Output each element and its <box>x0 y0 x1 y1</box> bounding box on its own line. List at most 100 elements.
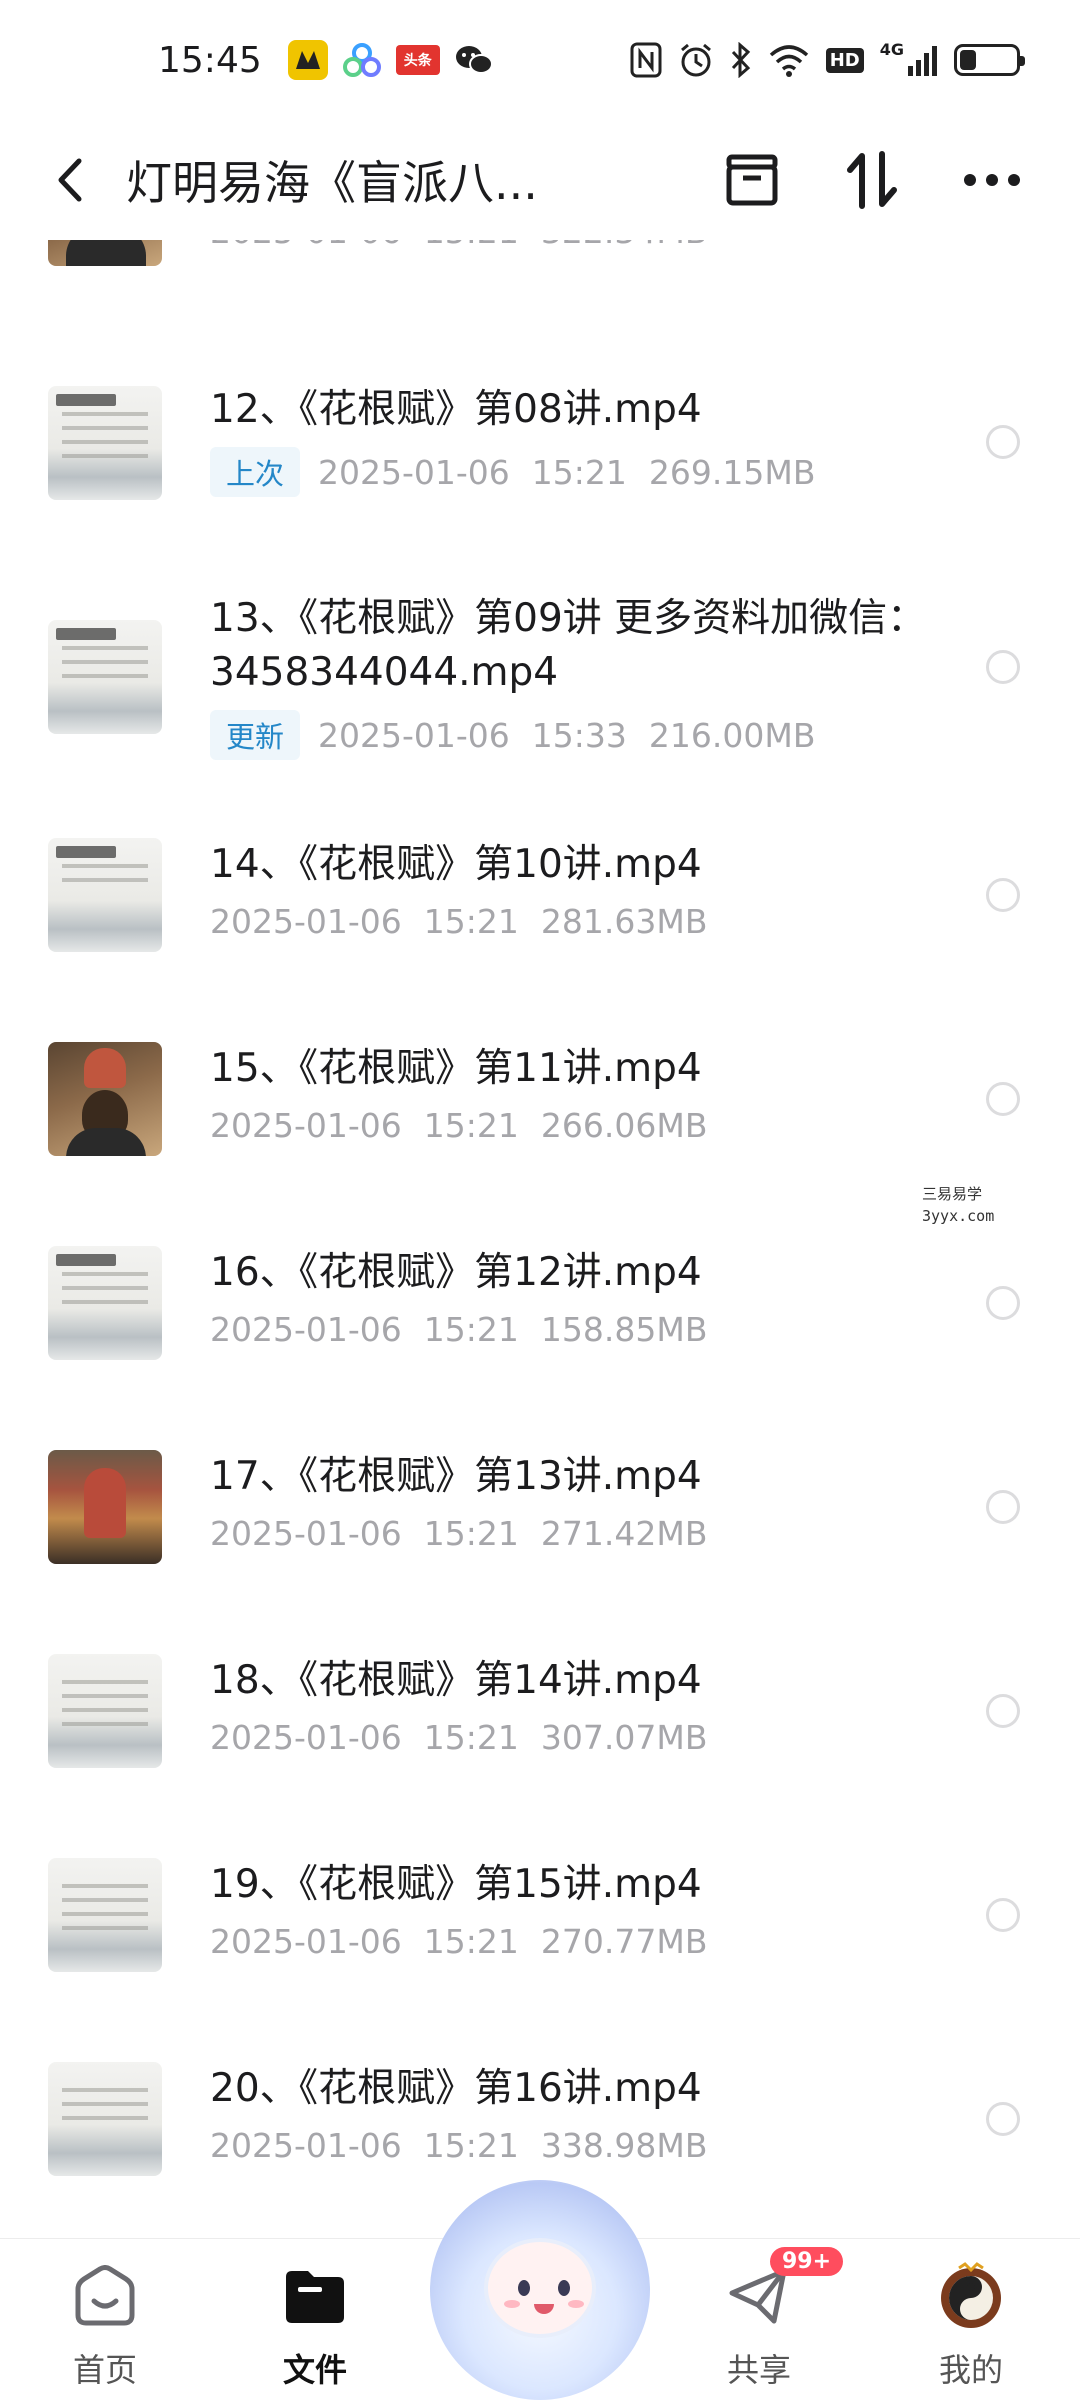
file-meta: 2025-01-06 15:21 270.77MB <box>210 1922 930 1961</box>
file-name: 17、《花根赋》第13讲.mp4 <box>210 1454 702 1499</box>
file-size: 216.00MB <box>648 715 816 755</box>
watermark-line1: 三易易学 <box>922 1185 983 1203</box>
tab-files[interactable]: 文件 <box>240 2261 390 2391</box>
file-meta: 上次 2025-01-06 15:21 269.15MB <box>210 447 930 497</box>
file-row[interactable]: 20、《花根赋》第16讲.mp4 2025-01-06 15:21 338.98MB <box>0 2062 1080 2182</box>
file-row[interactable]: 18、《花根赋》第14讲.mp4 2025-01-06 15:21 307.07MB <box>0 1654 1080 1774</box>
file-meta: 更新 2025-01-06 15:33 216.00MB <box>210 710 930 760</box>
file-row[interactable]: 13、《花根赋》第09讲 更多资料加微信：3458344044.mp4 更新 20… <box>0 592 1080 760</box>
file-date: 2025-01-06 <box>210 1718 402 1757</box>
file-time: 15:21 <box>423 1514 519 1553</box>
file-size: 338.98MB <box>540 2126 708 2165</box>
file-name: 14、《花根赋》第10讲.mp4 <box>210 842 702 887</box>
select-radio[interactable] <box>986 425 1020 459</box>
file-meta: 2025-01-06 15:21 281.63MB <box>210 902 930 941</box>
hd-icon: HD <box>825 40 864 80</box>
watermark: 三易易学 3yyx.com <box>922 1183 994 1227</box>
file-name: 20、《花根赋》第16讲.mp4 <box>210 2066 702 2111</box>
file-time: 15:21 <box>423 1718 519 1757</box>
mascot-face-icon <box>484 2238 596 2338</box>
file-info: 15、《花根赋》第11讲.mp4 2025-01-06 15:21 266.06MB <box>210 1042 930 1145</box>
tab-label: 我的 <box>938 2351 1003 2389</box>
file-date: 2025-01-06 <box>210 1514 402 1553</box>
file-meta: 2025-01-06 15:21 307.07MB <box>210 1718 930 1757</box>
video-thumbnail <box>48 2062 162 2176</box>
file-meta: 2025-01-06 15:21 271.42MB <box>210 1514 930 1553</box>
back-arrow-icon <box>58 158 82 202</box>
file-size: 281.63MB <box>540 902 708 941</box>
file-name: 16、《花根赋》第12讲.mp4 <box>210 1250 702 1295</box>
file-row[interactable]: 12、《花根赋》第08讲.mp4 上次 2025-01-06 15:21 269.15… <box>0 383 1080 503</box>
file-date: 2025-01-06 <box>210 2126 402 2165</box>
toutiao-icon: 头条 <box>395 45 440 75</box>
file-row[interactable]: 14、《花根赋》第10讲.mp4 2025-01-06 15:21 281.63MB <box>0 838 1080 958</box>
tab-profile[interactable]: 我的 <box>896 2261 1046 2391</box>
status-app-icons: 头条 <box>287 40 494 80</box>
select-radio[interactable] <box>986 650 1020 684</box>
watermark-line2: 3yyx.com <box>922 1207 995 1225</box>
select-radio[interactable] <box>986 1082 1020 1116</box>
file-name: 13、《花根赋》第09讲 更多资料加微信：3458344044.mp4 <box>210 596 927 695</box>
video-thumbnail <box>48 386 162 500</box>
video-thumbnail <box>48 1858 162 1972</box>
file-row[interactable]: 16、《花根赋》第12讲.mp4 2025-01-06 15:21 158.85MB <box>0 1246 1080 1366</box>
file-date: 2025-01-06 <box>210 1106 402 1145</box>
file-row[interactable]: 19、《花根赋》第15讲.mp4 2025-01-06 15:21 270.77MB <box>0 1858 1080 1978</box>
select-radio[interactable] <box>986 1898 1020 1932</box>
file-meta: 2025-01-06 15:21 338.98MB <box>210 2126 930 2165</box>
last-played-tag: 上次 <box>210 447 301 497</box>
battery-level <box>960 50 977 70</box>
video-thumbnail <box>48 620 162 734</box>
video-thumbnail <box>48 1654 162 1768</box>
signal-icon: 4G <box>880 40 938 80</box>
file-row[interactable]: 17、《花根赋》第13讲.mp4 2025-01-06 15:21 271.42MB <box>0 1450 1080 1570</box>
tab-share[interactable]: 99+ 共享 <box>684 2247 844 2391</box>
file-size: 307.07MB <box>540 1718 708 1757</box>
file-name: 12、《花根赋》第08讲.mp4 <box>210 387 702 432</box>
file-size: 266.06MB <box>540 1106 708 1145</box>
share-icon: 99+ <box>724 2247 844 2331</box>
wifi-icon <box>768 40 810 80</box>
file-date: 2025-01-06 <box>318 715 510 755</box>
file-size: 271.42MB <box>540 1514 708 1553</box>
select-radio[interactable] <box>986 1490 1020 1524</box>
page-title: 灯明易海《盲派八... <box>126 156 538 210</box>
cloud-app-icon <box>342 40 382 80</box>
bluetooth-icon <box>730 40 752 80</box>
more-button[interactable] <box>960 148 1024 212</box>
header: 灯明易海《盲派八... <box>0 120 1080 240</box>
assistant-mascot-button[interactable] <box>430 2180 650 2400</box>
video-thumbnail <box>48 1246 162 1360</box>
home-icon <box>70 2261 140 2331</box>
select-radio[interactable] <box>986 2102 1020 2136</box>
tab-home[interactable]: 首页 <box>30 2261 180 2391</box>
updated-tag: 更新 <box>210 710 301 760</box>
select-radio[interactable] <box>986 1694 1020 1728</box>
file-time: 15:21 <box>423 1106 519 1145</box>
header-actions <box>720 148 1040 212</box>
file-row[interactable]: 15、《花根赋》第11讲.mp4 2025-01-06 15:21 266.06MB <box>0 1042 1080 1162</box>
file-time: 15:21 <box>423 1922 519 1961</box>
notification-badge: 99+ <box>770 2247 844 2276</box>
sort-button[interactable] <box>840 148 904 212</box>
folder-icon <box>280 2261 350 2331</box>
file-info: 14、《花根赋》第10讲.mp4 2025-01-06 15:21 281.63MB <box>210 838 930 941</box>
nfc-icon <box>630 40 662 80</box>
file-size: 270.77MB <box>540 1922 708 1961</box>
file-name: 19、《花根赋》第15讲.mp4 <box>210 1862 702 1907</box>
archive-button[interactable] <box>720 148 784 212</box>
archive-icon <box>726 154 778 206</box>
hd-label: HD <box>825 47 864 73</box>
file-info: 13、《花根赋》第09讲 更多资料加微信：3458344044.mp4 更新 20… <box>210 592 930 760</box>
video-thumbnail <box>48 1042 162 1156</box>
file-size: 158.85MB <box>540 1310 708 1349</box>
file-info: 20、《花根赋》第16讲.mp4 2025-01-06 15:21 338.98MB <box>210 2062 930 2165</box>
video-thumbnail <box>48 838 162 952</box>
file-date: 2025-01-06 <box>210 902 402 941</box>
file-size: 269.15MB <box>648 452 816 492</box>
file-name: 15、《花根赋》第11讲.mp4 <box>210 1046 702 1091</box>
select-radio[interactable] <box>986 1286 1020 1320</box>
select-radio[interactable] <box>986 878 1020 912</box>
file-meta: 2025-01-06 15:21 158.85MB <box>210 1310 930 1349</box>
back-button[interactable] <box>40 150 100 210</box>
